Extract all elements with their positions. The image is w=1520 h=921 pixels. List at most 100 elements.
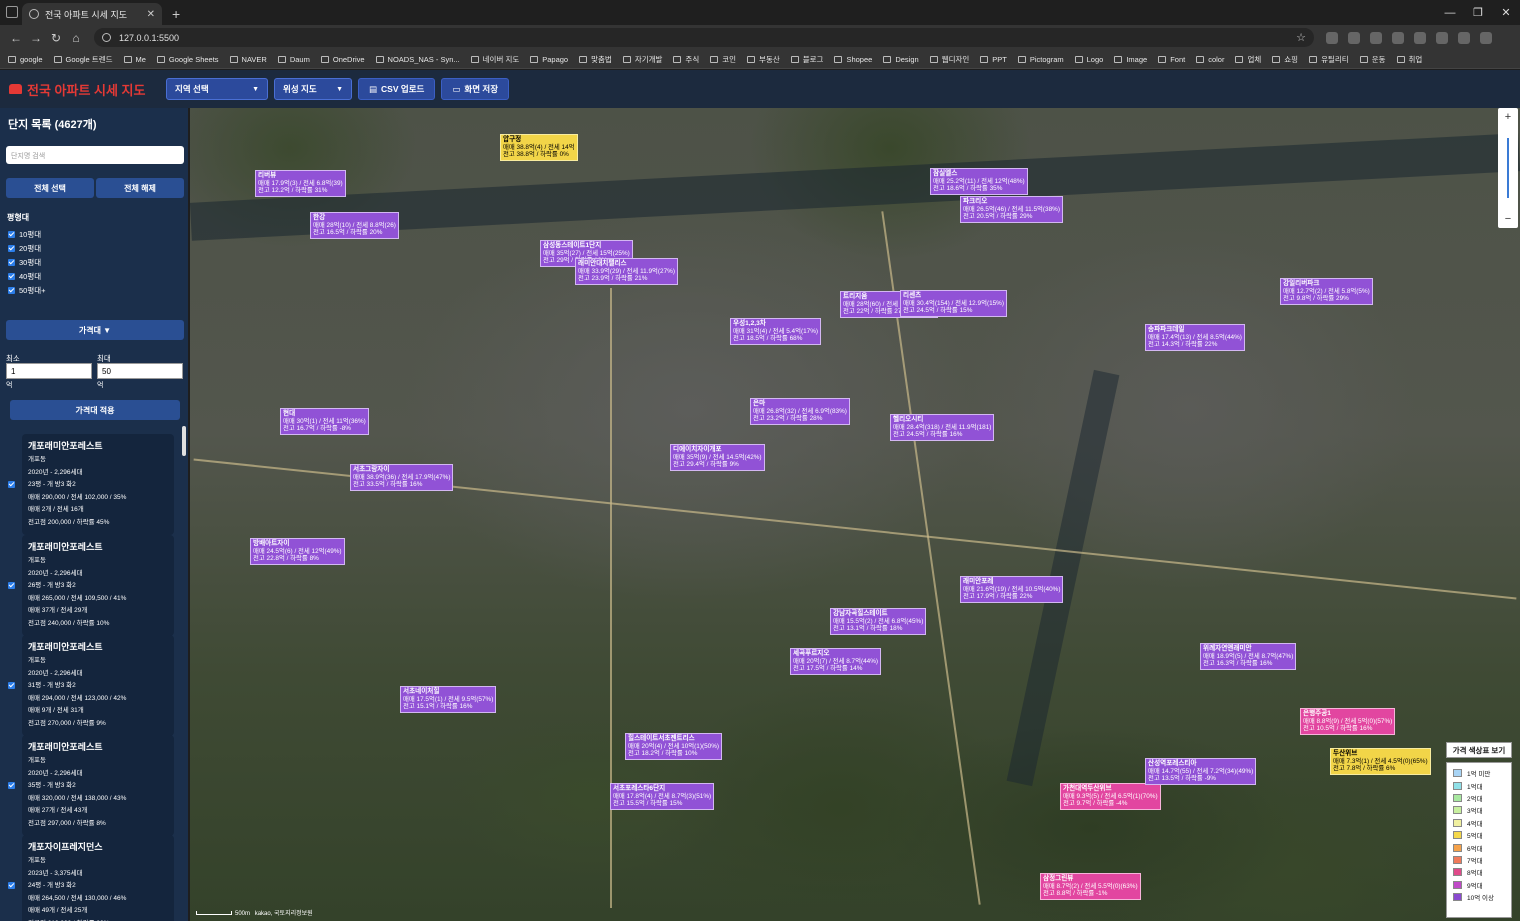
bookmark-item[interactable]: 유틸리티 — [1309, 54, 1349, 65]
reload-icon[interactable]: ↻ — [46, 31, 66, 45]
region-select[interactable]: 지역 선택 ▼ — [166, 78, 268, 100]
bookmark-item[interactable]: 부동산 — [747, 54, 780, 65]
property-list-item[interactable]: 개포자이프레지던스 개포동 2023년 - 3,375세대 24평 - 개 방3 화2… — [4, 835, 180, 921]
property-list-item[interactable]: 개포래미안포레스트 개포동 2020년 - 2,296세대 35평 - 개 방3 화2… — [4, 735, 180, 836]
property-list-item[interactable]: 개포래미안포레스트 개포동 2020년 - 2,296세대 26평 - 개 방3 화2… — [4, 535, 180, 636]
property-checkbox[interactable] — [4, 535, 22, 636]
tab-search-icon[interactable] — [6, 6, 18, 18]
bookmark-item[interactable]: Image — [1114, 55, 1147, 64]
deselect-all-button[interactable]: 전체 해제 — [96, 178, 184, 198]
bookmark-item[interactable]: Shopee — [834, 55, 872, 64]
save-screen-button[interactable]: ▭ 화면 저장 — [441, 78, 510, 100]
bookmark-item[interactable]: 웹디자인 — [929, 54, 969, 65]
bookmark-item[interactable]: google — [8, 55, 43, 64]
bookmark-item[interactable]: Google Sheets — [156, 55, 219, 64]
apartment-price-marker[interactable]: 래미안포레 매매 21.6억(19) / 전세 10.5억(40%) 전고 17.9… — [960, 576, 1064, 603]
bookmark-item[interactable]: Me — [123, 55, 146, 64]
apartment-price-marker[interactable]: 위례자연앤래미안 매매 18.9억(5) / 전세 8.7억(47%) 전고 16.… — [1200, 643, 1297, 670]
bookmark-item[interactable]: NOADS_NAS - Syn... — [375, 55, 460, 64]
extension-icon[interactable] — [1370, 31, 1382, 44]
bookmark-item[interactable]: Papago — [530, 55, 568, 64]
size-checkbox-50[interactable]: 50평대+ — [8, 285, 46, 296]
bookmark-item[interactable]: 운동 — [1359, 54, 1386, 65]
map-view[interactable]: 현대 매매 30억(1) / 전세 11억(36%) 전고 16.7억 / 하락률 … — [190, 108, 1520, 921]
apartment-price-marker[interactable]: 리버뷰 매매 17.9억(3) / 전세 6.8억(39) 전고 12.2억 / 하… — [255, 170, 346, 197]
min-price-input[interactable]: 1 — [6, 363, 92, 379]
bookmark-star-icon[interactable]: ☆ — [1296, 31, 1306, 44]
extension-icon[interactable] — [1348, 31, 1360, 44]
apartment-price-marker[interactable]: 가천대역두산위브 매매 9.3억(5) / 전세 6.5억(1)(70%) 전고 9… — [1060, 783, 1161, 810]
new-tab-button[interactable]: + — [172, 3, 180, 25]
apartment-price-marker[interactable]: 방배아트자이 매매 24.5억(6) / 전세 12억(49%) 전고 22.8억 … — [250, 538, 345, 565]
apartment-price-marker[interactable]: 두산위브 매매 7.3억(1) / 전세 4.5억(0)(65%) 전고 7.8억 … — [1330, 748, 1431, 775]
apartment-price-marker[interactable]: 헬리오시티 매매 28.4억(318) / 전세 11.9억(181) 전고 24.… — [890, 414, 995, 441]
bookmark-item[interactable]: 코인 — [710, 54, 736, 65]
bookmark-item[interactable]: 취업 — [1396, 54, 1422, 65]
apartment-price-marker[interactable]: 산성역포레스티아 매매 14.7억(55) / 전세 7.2억(34)(49%) 전… — [1145, 758, 1257, 785]
apartment-price-marker[interactable]: 강남자곡힐스테이트 매매 15.5억(2) / 전세 6.8억(45%) 전고 13… — [830, 608, 927, 635]
apartment-price-marker[interactable]: 은마 매매 26.8억(32) / 전세 6.9억(83%) 전고 23.2억 / … — [750, 398, 850, 425]
property-checkbox[interactable] — [4, 434, 22, 535]
home-icon[interactable]: ⌂ — [66, 31, 86, 45]
apartment-price-marker[interactable]: 삼정그린뷰 매매 8.7억(2) / 전세 5.5억(0)(63%) 전고 8.8억… — [1040, 873, 1141, 900]
bookmark-item[interactable]: Google 트렌드 — [53, 54, 113, 65]
map-type-select[interactable]: 위성 지도 ▼ — [274, 78, 352, 100]
price-legend-button[interactable]: 가격 색상표 보기 — [1446, 742, 1512, 758]
more-menu-icon[interactable] — [1480, 31, 1492, 44]
restore-icon[interactable]: ❐ — [1464, 0, 1492, 25]
apartment-price-marker[interactable]: 우성1,2,3차 매매 31억(4) / 전세 5.4억(17%) 전고 18.5억… — [730, 318, 822, 345]
bookmark-item[interactable]: 업체 — [1235, 54, 1261, 65]
search-input[interactable]: 단지명 검색 — [6, 146, 184, 164]
scrollbar-thumb[interactable] — [182, 426, 186, 456]
apartment-price-marker[interactable]: 강일리버파크 매매 12.7억(2) / 전세 5.8억(5%) 전고 9.8억 /… — [1280, 278, 1373, 305]
apartment-price-marker[interactable]: 서초네이처힐 매매 17.5억(1) / 전세 9.5억(57%) 전고 15.1억… — [400, 686, 497, 713]
bookmark-item[interactable]: OneDrive — [320, 55, 365, 64]
select-all-button[interactable]: 전체 선택 — [6, 178, 94, 198]
bookmark-item[interactable]: NAVER — [229, 55, 267, 64]
size-checkbox-40[interactable]: 40평대 — [8, 271, 41, 282]
apartment-price-marker[interactable]: 잠실엘스 매매 25.2억(11) / 전세 12억(48%) 전고 18.6억 /… — [930, 168, 1028, 195]
bookmark-item[interactable]: Font — [1158, 55, 1185, 64]
bookmark-item[interactable]: 주식 — [673, 54, 699, 65]
bookmark-item[interactable]: Design — [883, 55, 919, 64]
browser-tab[interactable]: 전국 아파트 시세 지도 ✕ — [22, 3, 162, 25]
zoom-in-icon[interactable]: + — [1498, 108, 1518, 126]
forward-icon[interactable]: → — [26, 31, 46, 45]
property-checkbox[interactable] — [4, 735, 22, 836]
max-price-input[interactable]: 50 — [97, 363, 183, 379]
extension-icon[interactable] — [1414, 31, 1426, 44]
extension-icon[interactable] — [1326, 31, 1338, 44]
bookmark-item[interactable]: 쇼핑 — [1272, 54, 1298, 65]
apartment-price-marker[interactable]: 파크리오 매매 26.5억(46) / 전세 11.5억(38%) 전고 20.5억… — [960, 196, 1063, 223]
site-info-icon[interactable] — [102, 33, 111, 42]
apartment-price-marker[interactable]: 리센츠 매매 30.4억(154) / 전세 12.9억(15%) 전고 24.5억… — [900, 290, 1007, 317]
bookmark-item[interactable]: 네이버 지도 — [470, 54, 519, 65]
extensions-menu-icon[interactable] — [1436, 31, 1448, 44]
size-checkbox-10[interactable]: 10평대 — [8, 229, 41, 240]
profile-icon[interactable] — [1458, 31, 1470, 44]
apartment-price-marker[interactable]: 디에이치자이개포 매매 35억(9) / 전세 14.5억(42%) 전고 29.4… — [670, 444, 765, 471]
close-icon[interactable]: ✕ — [147, 9, 155, 20]
property-checkbox[interactable] — [4, 835, 22, 921]
apartment-price-marker[interactable]: 서초그랑자이 매매 38.9억(36) / 전세 17.9억(47%) 전고 33.… — [350, 464, 454, 491]
extension-icon[interactable] — [1392, 31, 1404, 44]
zoom-slider[interactable] — [1507, 138, 1509, 198]
bookmark-item[interactable]: 자기개발 — [622, 54, 662, 65]
minimize-icon[interactable]: — — [1436, 0, 1464, 25]
bookmark-item[interactable]: Logo — [1074, 55, 1103, 64]
apartment-price-marker[interactable]: 래미안대치팰리스 매매 33.9억(29) / 전세 11.9억(27%) 전고 2… — [575, 258, 678, 285]
size-checkbox-20[interactable]: 20평대 — [8, 243, 41, 254]
apartment-price-marker[interactable]: 송파파크데일 매매 17.4억(13) / 전세 8.5억(44%) 전고 14.3… — [1145, 324, 1245, 351]
bookmark-item[interactable]: PPT — [980, 55, 1007, 64]
bookmark-item[interactable]: Daum — [277, 55, 310, 64]
apartment-price-marker[interactable]: 은행주공1 매매 8.8억(9) / 전세 5억(0)(57%) 전고 10.5억 … — [1300, 708, 1396, 735]
bookmark-item[interactable]: color — [1196, 55, 1224, 64]
address-bar[interactable]: 127.0.0.1:5500 ☆ — [94, 28, 1314, 47]
apartment-price-marker[interactable]: 세곡푸르지오 매매 20억(7) / 전세 8.7억(44%) 전고 17.5억 /… — [790, 648, 882, 675]
apartment-price-marker[interactable]: 서초포레스타6단지 매매 17.8억(4) / 전세 8.7억(3)(51%) 전고… — [610, 783, 715, 810]
apartment-price-marker[interactable]: 힐스테이트서초젠트리스 매매 20억(4) / 전세 10억(1)(50%) 전고 … — [625, 733, 723, 760]
property-list-item[interactable]: 개포래미안포레스트 개포동 2020년 - 2,296세대 31평 - 개 방3 화2… — [4, 635, 180, 736]
back-icon[interactable]: ← — [6, 31, 26, 45]
apartment-price-marker[interactable]: 압구정 매매 38.8억(4) / 전세 14억 전고 38.8억 / 하락률 0% — [500, 134, 578, 161]
property-list-item[interactable]: 개포래미안포레스트 개포동 2020년 - 2,296세대 23평 - 개 방3 화2… — [4, 434, 180, 535]
